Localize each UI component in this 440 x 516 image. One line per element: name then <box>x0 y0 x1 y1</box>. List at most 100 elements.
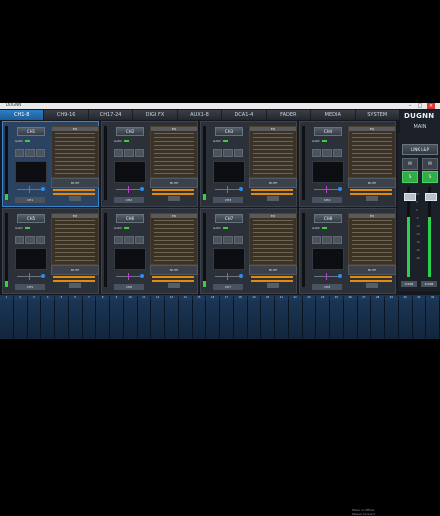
option-button[interactable] <box>332 236 342 244</box>
option-button[interactable] <box>332 149 342 157</box>
channel-cell[interactable] <box>275 300 289 339</box>
pan-knob[interactable] <box>227 273 228 280</box>
channel-strip[interactable]: CH7 GAIN CH7 EQ MUTE <box>200 208 297 294</box>
channel-cell[interactable] <box>288 300 303 339</box>
channel-cell[interactable] <box>426 300 440 339</box>
option-button[interactable] <box>134 236 144 244</box>
pan-control[interactable] <box>15 185 45 193</box>
option-button[interactable] <box>322 149 332 157</box>
channel-cell[interactable] <box>247 300 262 339</box>
send-button[interactable] <box>366 196 378 201</box>
mute-button[interactable]: MUTE <box>51 178 99 188</box>
option-button[interactable] <box>124 236 134 244</box>
channel-cell[interactable] <box>412 300 427 339</box>
channel-strip[interactable]: CH8 GAIN CH8 EQ MUTE <box>299 208 396 294</box>
channel-cell[interactable] <box>316 300 330 339</box>
channel-select-button[interactable]: CH3 <box>215 127 243 136</box>
mute-right-button[interactable]: M <box>422 158 438 170</box>
pan-knob[interactable] <box>128 186 129 193</box>
option-button[interactable] <box>322 236 332 244</box>
channel-cell[interactable] <box>165 300 179 339</box>
channel-cell[interactable] <box>192 300 207 339</box>
channel-cell[interactable] <box>220 300 234 339</box>
pan-control[interactable] <box>114 272 144 280</box>
mute-button[interactable]: MUTE <box>51 265 99 275</box>
tab-media[interactable]: MEDIA <box>311 110 356 120</box>
solo-left-button[interactable]: S <box>402 171 418 183</box>
main-right-fader[interactable] <box>425 193 437 201</box>
pan-knob[interactable] <box>227 186 228 193</box>
option-button[interactable] <box>35 236 45 244</box>
pan-control[interactable] <box>312 272 342 280</box>
minimize-icon[interactable]: – <box>406 103 414 109</box>
option-button[interactable] <box>223 236 233 244</box>
option-button[interactable] <box>312 236 322 244</box>
channel-cell[interactable] <box>137 300 152 339</box>
mute-button[interactable]: MUTE <box>348 265 396 275</box>
channel-cell[interactable] <box>82 300 97 339</box>
channel-cell[interactable] <box>261 300 275 339</box>
pan-control[interactable] <box>15 272 45 280</box>
send-button[interactable] <box>267 196 279 201</box>
channel-cell[interactable] <box>0 300 14 339</box>
channel-cell[interactable] <box>13 300 28 339</box>
tab-ch17-24[interactable]: CH17-24 <box>88 110 134 120</box>
channel-select-button[interactable]: CH7 <box>215 214 243 223</box>
channel-cell[interactable] <box>123 300 138 339</box>
channel-cell[interactable] <box>55 300 69 339</box>
send-button[interactable] <box>69 196 81 201</box>
eq-panel[interactable]: EQ <box>51 213 99 265</box>
pan-control[interactable] <box>312 185 342 193</box>
pan-control[interactable] <box>114 185 144 193</box>
channel-cell[interactable] <box>178 300 193 339</box>
tab-fader[interactable]: FADER <box>266 110 312 120</box>
pan-knob[interactable] <box>326 186 327 193</box>
pan-knob[interactable] <box>29 273 30 280</box>
pan-knob[interactable] <box>29 186 30 193</box>
pan-control[interactable] <box>213 272 243 280</box>
channel-cell[interactable] <box>398 300 413 339</box>
option-button[interactable] <box>233 149 243 157</box>
solo-right-button[interactable]: S <box>422 171 438 183</box>
tab-aux1-8[interactable]: AUX1-8 <box>177 110 223 120</box>
pan-knob[interactable] <box>326 273 327 280</box>
eq-panel[interactable]: EQ <box>249 213 297 265</box>
close-icon[interactable]: × <box>427 103 435 109</box>
option-button[interactable] <box>15 236 25 244</box>
channel-cell[interactable] <box>233 300 248 339</box>
channel-cell[interactable] <box>68 300 83 339</box>
tab-dca1-4[interactable]: DCA1-4 <box>222 110 267 120</box>
send-button[interactable] <box>69 283 81 288</box>
channel-cell[interactable] <box>302 300 317 339</box>
maximize-icon[interactable]: □ <box>416 103 424 109</box>
send-button[interactable] <box>168 283 180 288</box>
link-lp-button[interactable]: LINK L&P <box>402 144 438 155</box>
option-button[interactable] <box>114 236 124 244</box>
option-button[interactable] <box>213 236 223 244</box>
mute-left-button[interactable]: M <box>402 158 418 170</box>
eq-panel[interactable]: EQ <box>348 213 396 265</box>
option-button[interactable] <box>35 149 45 157</box>
option-button[interactable] <box>25 236 35 244</box>
eq-panel[interactable]: EQ <box>348 126 396 178</box>
eq-panel[interactable]: EQ <box>51 126 99 178</box>
option-button[interactable] <box>233 236 243 244</box>
tab-digi-fx[interactable]: DIGI FX <box>133 110 178 120</box>
channel-select-button[interactable]: CH5 <box>17 214 45 223</box>
option-button[interactable] <box>134 149 144 157</box>
option-button[interactable] <box>124 149 134 157</box>
channel-select-button[interactable]: CH4 <box>314 127 342 136</box>
channel-strip[interactable]: CH5 GAIN CH5 EQ MUTE <box>2 208 99 294</box>
option-button[interactable] <box>25 149 35 157</box>
eq-panel[interactable]: EQ <box>249 126 297 178</box>
option-button[interactable] <box>213 149 223 157</box>
channel-cell[interactable] <box>96 300 110 339</box>
eq-panel[interactable]: EQ <box>150 213 198 265</box>
pan-knob[interactable] <box>128 273 129 280</box>
channel-cell[interactable] <box>385 300 399 339</box>
tab-ch9-16[interactable]: CH9-16 <box>44 110 89 120</box>
channel-cell[interactable] <box>371 300 385 339</box>
channel-cell[interactable] <box>110 300 124 339</box>
channel-strip[interactable]: CH6 GAIN CH6 EQ MUTE <box>101 208 198 294</box>
eq-panel[interactable]: EQ <box>150 126 198 178</box>
